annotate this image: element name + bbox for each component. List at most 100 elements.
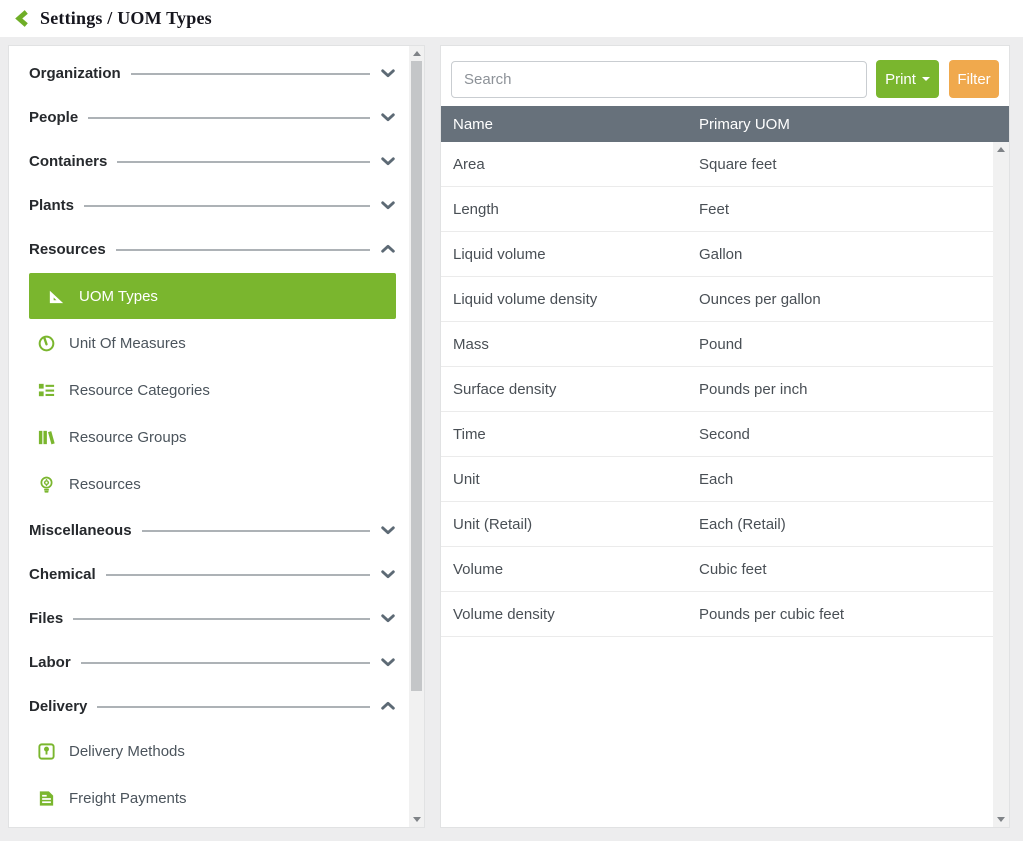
lightbulb-gear-icon [37, 475, 56, 494]
chevron-down-icon [380, 654, 396, 670]
chevron-down-icon [380, 109, 396, 125]
sidebar-section-plants[interactable]: Plants [29, 183, 396, 227]
sidebar-scrollbar[interactable] [409, 46, 424, 827]
section-label: Delivery [29, 698, 87, 715]
back-button[interactable] [13, 10, 31, 28]
sidebar-item-resource-categories[interactable]: Resource Categories [29, 367, 396, 414]
table-row[interactable]: Surface density Pounds per inch [441, 367, 994, 412]
cell-primary-uom: Feet [699, 201, 729, 218]
sidebar-section-miscellaneous[interactable]: Miscellaneous [29, 508, 396, 552]
divider [117, 161, 370, 163]
sidebar-item-delivery-methods[interactable]: Delivery Methods [29, 728, 396, 775]
cell-name: Liquid volume density [441, 291, 699, 308]
table-row[interactable]: Liquid volume Gallon [441, 232, 994, 277]
sidebar-item-label: Delivery Methods [69, 743, 185, 760]
table-row[interactable]: Unit Each [441, 457, 994, 502]
table-row[interactable]: Mass Pound [441, 322, 994, 367]
table-header: Name Primary UOM [441, 106, 1009, 142]
sidebar-item-label: Resource Categories [69, 382, 210, 399]
divider [142, 530, 370, 532]
chevron-down-icon [380, 197, 396, 213]
sidebar-section-delivery[interactable]: Delivery [29, 684, 396, 728]
table-row[interactable]: Area Square feet [441, 142, 994, 187]
cell-name: Mass [441, 336, 699, 353]
search-input[interactable] [451, 61, 867, 98]
section-label: Chemical [29, 566, 96, 583]
chevron-down-icon [380, 65, 396, 81]
cell-name: Unit (Retail) [441, 516, 699, 533]
categories-icon [37, 381, 56, 400]
chevron-down-icon [380, 522, 396, 538]
cell-name: Area [441, 156, 699, 173]
table-scrollbar[interactable] [993, 142, 1009, 827]
chevron-left-icon [15, 10, 30, 27]
settings-sidebar: Organization People Containers Plants Re… [8, 45, 425, 828]
sidebar-item-label: Resources [69, 476, 141, 493]
sidebar-item-resource-groups[interactable]: Resource Groups [29, 414, 396, 461]
section-label: Organization [29, 65, 121, 82]
cell-primary-uom: Gallon [699, 246, 742, 263]
scrollbar-thumb[interactable] [411, 61, 422, 691]
print-button-label: Print [885, 71, 916, 88]
column-header-name[interactable]: Name [441, 116, 699, 133]
map-pin-icon [37, 742, 56, 761]
divider [106, 574, 370, 576]
sidebar-item-uom-types[interactable]: UOM Types [29, 273, 396, 319]
cell-primary-uom: Ounces per gallon [699, 291, 821, 308]
invoice-icon [37, 789, 56, 808]
table-body: Area Square feet Length Feet Liquid volu… [441, 142, 994, 637]
cell-name: Unit [441, 471, 699, 488]
sidebar-item-label: Unit Of Measures [69, 335, 186, 352]
top-navigation: Settings / UOM Types [0, 0, 1023, 37]
sidebar-item-freight-payments[interactable]: Freight Payments [29, 775, 396, 822]
table-row[interactable]: Volume Cubic feet [441, 547, 994, 592]
scrollbar-down-arrow[interactable] [993, 812, 1009, 827]
cell-name: Volume density [441, 606, 699, 623]
filter-button-label: Filter [957, 71, 990, 88]
cell-name: Length [441, 201, 699, 218]
divider [116, 249, 370, 251]
scrollbar-up-arrow[interactable] [409, 46, 424, 61]
cell-primary-uom: Second [699, 426, 750, 443]
sidebar-section-labor[interactable]: Labor [29, 640, 396, 684]
divider [84, 205, 370, 207]
scrollbar-up-arrow[interactable] [993, 142, 1009, 157]
caret-down-icon [922, 77, 930, 81]
cell-name: Liquid volume [441, 246, 699, 263]
sidebar-section-resources[interactable]: Resources [29, 227, 396, 271]
cell-name: Time [441, 426, 699, 443]
sidebar-item-label: Freight Payments [69, 790, 187, 807]
chevron-down-icon [380, 610, 396, 626]
table-row[interactable]: Unit (Retail) Each (Retail) [441, 502, 994, 547]
column-header-primary-uom[interactable]: Primary UOM [699, 116, 790, 133]
scrollbar-down-arrow[interactable] [409, 812, 424, 827]
sidebar-section-people[interactable]: People [29, 95, 396, 139]
print-button[interactable]: Print [876, 60, 939, 98]
filter-button[interactable]: Filter [949, 60, 999, 98]
table-row[interactable]: Time Second [441, 412, 994, 457]
sidebar-item-label: UOM Types [79, 288, 158, 305]
table-row[interactable]: Volume density Pounds per cubic feet [441, 592, 994, 637]
sidebar-item-resources[interactable]: Resources [29, 461, 396, 508]
table-row[interactable]: Liquid volume density Ounces per gallon [441, 277, 994, 322]
cell-primary-uom: Each (Retail) [699, 516, 786, 533]
divider [97, 706, 370, 708]
table-row[interactable]: Length Feet [441, 187, 994, 232]
sidebar-section-files[interactable]: Files [29, 596, 396, 640]
sidebar-section-organization[interactable]: Organization [29, 51, 396, 95]
sidebar-section-chemical[interactable]: Chemical [29, 552, 396, 596]
section-label: Containers [29, 153, 107, 170]
cell-primary-uom: Cubic feet [699, 561, 767, 578]
sidebar-item-unit-of-measures[interactable]: Unit Of Measures [29, 320, 396, 367]
cell-primary-uom: Pound [699, 336, 742, 353]
cell-name: Surface density [441, 381, 699, 398]
sidebar-item-label: Resource Groups [69, 429, 187, 446]
cell-primary-uom: Pounds per inch [699, 381, 807, 398]
sidebar-section-containers[interactable]: Containers [29, 139, 396, 183]
section-label: Labor [29, 654, 71, 671]
divider [88, 117, 370, 119]
section-label: Files [29, 610, 63, 627]
cell-primary-uom: Square feet [699, 156, 777, 173]
cell-primary-uom: Pounds per cubic feet [699, 606, 844, 623]
divider [81, 662, 370, 664]
